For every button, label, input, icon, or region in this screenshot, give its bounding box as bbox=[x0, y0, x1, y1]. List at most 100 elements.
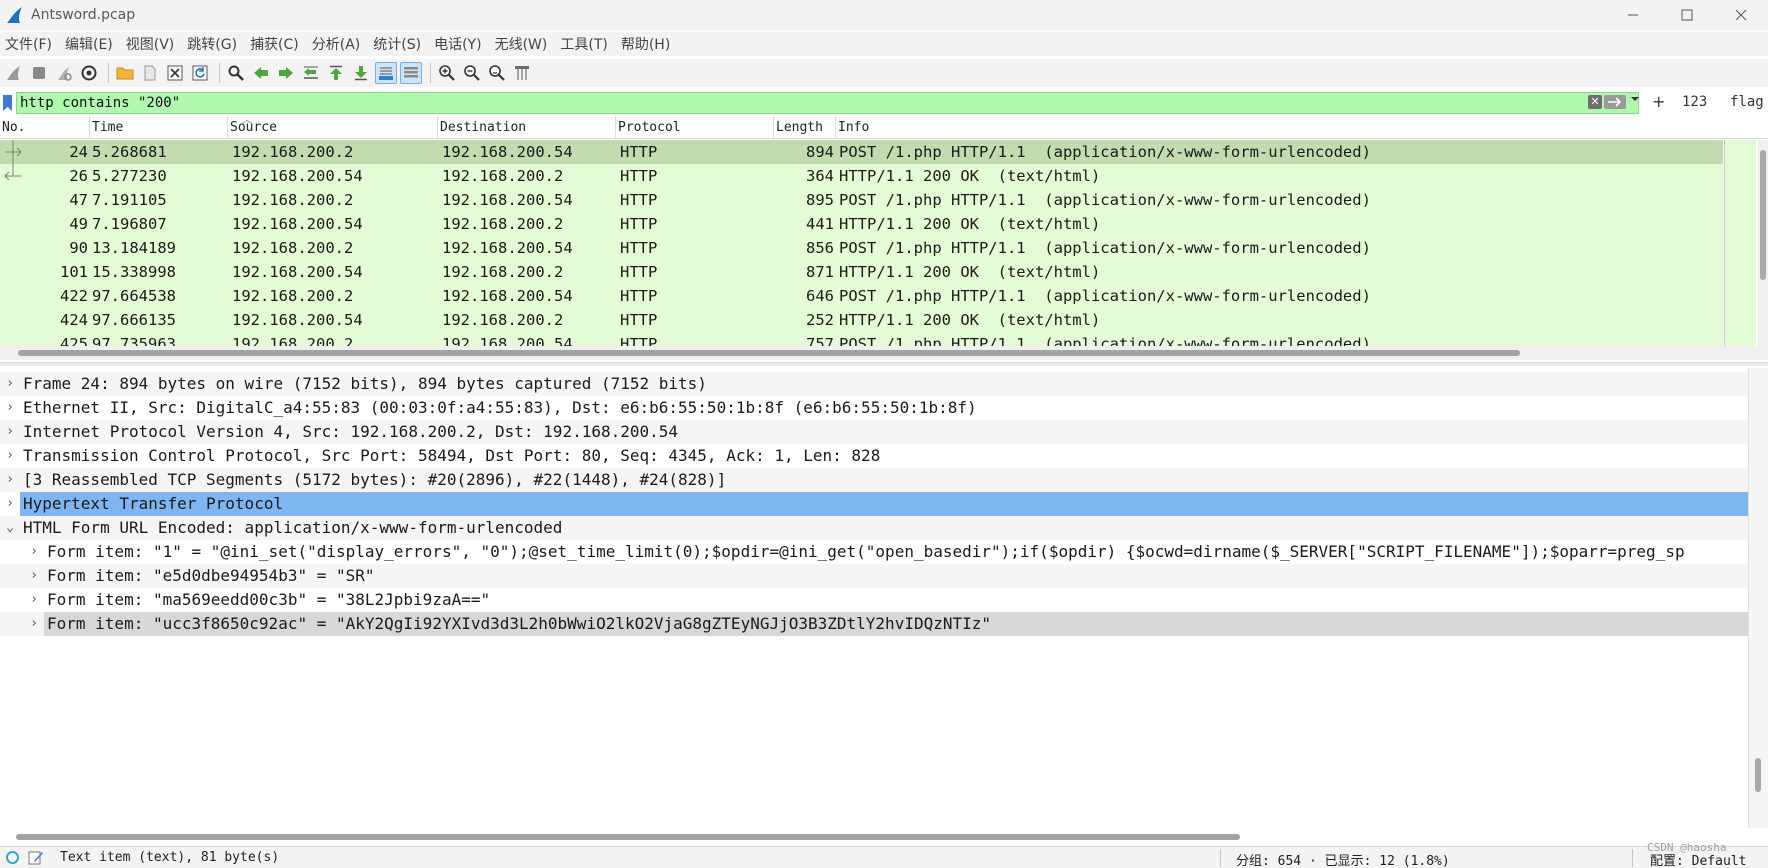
column-header-destination[interactable]: Destination bbox=[438, 116, 616, 139]
menu-view[interactable]: 视图(V) bbox=[121, 34, 183, 54]
chevron-right-icon[interactable]: › bbox=[27, 612, 41, 636]
packet-list-vertical-scrollbar[interactable] bbox=[1758, 140, 1768, 346]
column-header-protocol[interactable]: Protocol bbox=[616, 116, 774, 139]
packet-row[interactable]: 49 7.196807 192.168.200.54 192.168.200.2 HTT… bbox=[0, 212, 1723, 236]
menu-tools[interactable]: 工具(T) bbox=[555, 34, 615, 54]
packet-details-vertical-scrollbar[interactable] bbox=[1748, 368, 1768, 828]
scrollbar-thumb[interactable] bbox=[1755, 758, 1761, 792]
last-packet-button[interactable] bbox=[350, 62, 372, 84]
restart-capture-button[interactable] bbox=[53, 62, 75, 84]
menu-analyze[interactable]: 分析(A) bbox=[307, 34, 369, 54]
chevron-right-icon[interactable]: › bbox=[3, 468, 17, 492]
auto-scroll-button[interactable] bbox=[375, 62, 397, 84]
scrollbar-thumb[interactable] bbox=[18, 350, 1520, 356]
detail-tree-item[interactable]: › Form item: "e5d0dbe94954b3" = "SR" bbox=[0, 564, 1748, 588]
close-button[interactable] bbox=[1714, 0, 1768, 30]
packet-details-horizontal-scrollbar[interactable] bbox=[0, 830, 1748, 844]
filter-button-flag[interactable]: flag bbox=[1730, 94, 1764, 110]
capture-options-button[interactable] bbox=[78, 62, 100, 84]
open-file-button[interactable] bbox=[114, 62, 136, 84]
detail-tree-item[interactable]: ⌄ HTML Form URL Encoded: application/x-ww… bbox=[0, 516, 1748, 540]
go-forward-button[interactable] bbox=[275, 62, 297, 84]
colorize-button[interactable] bbox=[400, 62, 422, 84]
detail-tree-item[interactable]: › Transmission Control Protocol, Src Port… bbox=[0, 444, 1748, 468]
resize-columns-button[interactable] bbox=[511, 62, 533, 84]
close-file-button[interactable] bbox=[164, 62, 186, 84]
reload-file-button[interactable] bbox=[189, 62, 211, 84]
packet-cell-info: POST /1.php HTTP/1.1 (application/x-www-… bbox=[839, 335, 1371, 346]
detail-tree-item[interactable]: › Internet Protocol Version 4, Src: 192.1… bbox=[0, 420, 1748, 444]
packet-row[interactable]: 26 5.277230 192.168.200.54 192.168.200.2 HTT… bbox=[0, 164, 1723, 188]
filter-history-dropdown[interactable] bbox=[1630, 94, 1640, 107]
chevron-right-icon[interactable]: › bbox=[3, 492, 17, 516]
scrollbar-thumb[interactable] bbox=[1760, 150, 1766, 280]
chevron-right-icon[interactable]: › bbox=[3, 372, 17, 396]
packet-row[interactable]: 24 5.268681 192.168.200.2 192.168.200.54 HTT… bbox=[0, 140, 1723, 164]
menu-telephony[interactable]: 电话(Y) bbox=[429, 34, 489, 54]
filter-button-count[interactable]: 123 bbox=[1682, 94, 1707, 110]
detail-tree-item[interactable]: › Frame 24: 894 bytes on wire (7152 bits)… bbox=[0, 372, 1748, 396]
packet-cell-no: 49 bbox=[69, 215, 88, 233]
scrollbar-thumb[interactable] bbox=[16, 834, 1240, 840]
column-header-time[interactable]: Time ︿ bbox=[90, 115, 252, 139]
detail-tree-item[interactable]: › Form item: "ucc3f8650c92ac" = "AkY2QgIi… bbox=[0, 612, 1748, 636]
packet-row[interactable]: 424 97.666135 192.168.200.54 192.168.200.2 H… bbox=[0, 308, 1723, 332]
packet-cell-dst: 192.168.200.54 bbox=[442, 239, 573, 257]
menu-file[interactable]: 文件(F) bbox=[0, 34, 60, 54]
menu-statistics[interactable]: 统计(S) bbox=[368, 34, 429, 54]
packet-cell-proto: HTTP bbox=[620, 191, 658, 209]
zoom-in-button[interactable] bbox=[436, 62, 458, 84]
column-header-no[interactable]: No. bbox=[0, 116, 90, 139]
packet-cell-no: 47 bbox=[69, 191, 88, 209]
display-filter-input[interactable]: http contains "200" bbox=[16, 92, 1639, 114]
expert-info-icon[interactable] bbox=[6, 851, 19, 864]
clear-filter-button[interactable]: ✕ bbox=[1588, 95, 1602, 109]
menu-wireless[interactable]: 无线(W) bbox=[490, 34, 556, 54]
packet-list-horizontal-scrollbar[interactable] bbox=[0, 346, 1768, 360]
packet-row[interactable]: 90 13.184189 192.168.200.2 192.168.200.54 HT… bbox=[0, 236, 1723, 260]
chevron-right-icon[interactable]: › bbox=[3, 420, 17, 444]
add-filter-button[interactable]: + bbox=[1652, 92, 1665, 111]
chevron-right-icon[interactable]: › bbox=[27, 588, 41, 612]
bookmark-icon[interactable] bbox=[2, 94, 14, 112]
detail-tree-item[interactable]: › [3 Reassembled TCP Segments (5172 bytes… bbox=[0, 468, 1748, 492]
capture-comment-icon[interactable] bbox=[28, 850, 44, 865]
first-packet-button[interactable] bbox=[325, 62, 347, 84]
column-header-length[interactable]: Length bbox=[774, 116, 836, 139]
find-packet-button[interactable] bbox=[225, 62, 247, 84]
menu-edit[interactable]: 编辑(E) bbox=[60, 34, 121, 54]
detail-tree-item[interactable]: › Form item: "1" = "@ini_set("display_err… bbox=[0, 540, 1748, 564]
menu-help[interactable]: 帮助(H) bbox=[616, 34, 678, 54]
chevron-right-icon[interactable]: › bbox=[3, 396, 17, 420]
detail-tree-item[interactable]: › Ethernet II, Src: DigitalC_a4:55:83 (00… bbox=[0, 396, 1748, 420]
chevron-right-icon[interactable]: › bbox=[27, 564, 41, 588]
detail-tree-item[interactable]: › Form item: "ma569eedd00c3b" = "38L2Jpbi… bbox=[0, 588, 1748, 612]
start-capture-button[interactable] bbox=[3, 62, 25, 84]
packet-cell-time: 15.338998 bbox=[92, 263, 176, 281]
detail-tree-label: Form item: "ma569eedd00c3b" = "38L2Jpbi9… bbox=[47, 590, 491, 609]
arrow-right-icon bbox=[1608, 97, 1622, 107]
column-header-info[interactable]: Info bbox=[836, 116, 1768, 139]
chevron-down-icon[interactable]: ⌄ bbox=[3, 516, 17, 540]
chevron-right-icon[interactable]: › bbox=[27, 540, 41, 564]
maximize-button[interactable] bbox=[1660, 0, 1714, 30]
menu-go[interactable]: 跳转(G) bbox=[182, 34, 245, 54]
menu-capture[interactable]: 捕获(C) bbox=[245, 34, 307, 54]
pane-splitter[interactable] bbox=[0, 362, 1768, 366]
minimize-button[interactable] bbox=[1606, 0, 1660, 30]
go-to-packet-button[interactable] bbox=[300, 62, 322, 84]
apply-filter-button[interactable] bbox=[1604, 95, 1626, 109]
stop-capture-button[interactable] bbox=[28, 62, 50, 84]
packet-row[interactable]: 47 7.191105 192.168.200.2 192.168.200.54 HTT… bbox=[0, 188, 1723, 212]
go-back-button[interactable] bbox=[250, 62, 272, 84]
chevron-right-icon[interactable]: › bbox=[3, 444, 17, 468]
packet-row[interactable]: 425 97.735963 192.168.200.2 192.168.200.54 H… bbox=[0, 332, 1723, 346]
save-file-button[interactable] bbox=[139, 62, 161, 84]
packet-row[interactable]: 422 97.664538 192.168.200.2 192.168.200.54 H… bbox=[0, 284, 1723, 308]
packet-row[interactable]: 101 15.338998 192.168.200.54 192.168.200.2 H… bbox=[0, 260, 1723, 284]
zoom-normal-button[interactable] bbox=[486, 62, 508, 84]
detail-tree-item[interactable]: › Hypertext Transfer Protocol bbox=[0, 492, 1748, 516]
zoom-out-button[interactable] bbox=[461, 62, 483, 84]
packet-minimap[interactable] bbox=[1724, 140, 1756, 346]
column-header-source[interactable]: Source bbox=[228, 116, 438, 139]
